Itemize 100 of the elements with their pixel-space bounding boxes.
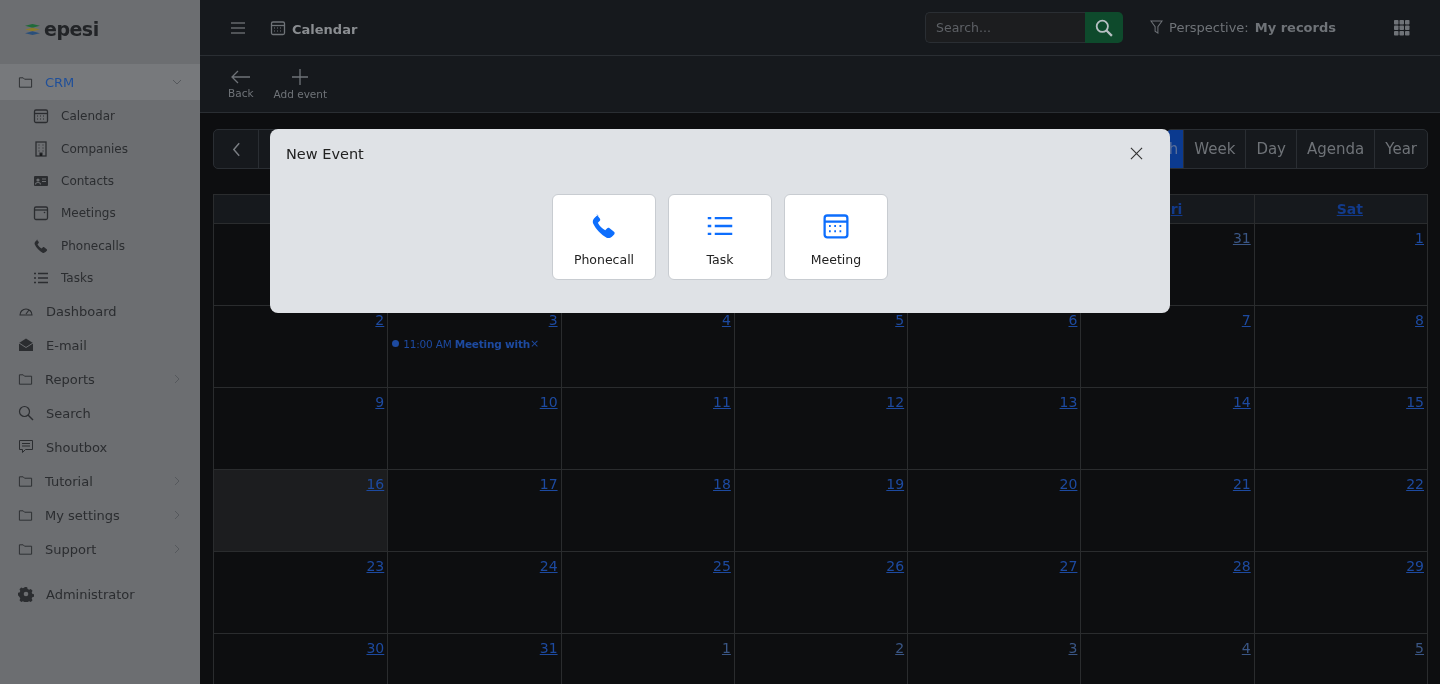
sidebar-item[interactable]: Dashboard: [0, 294, 200, 329]
day-number[interactable]: 1: [1415, 230, 1424, 246]
day-number[interactable]: 10: [539, 394, 558, 410]
day-number[interactable]: 17: [539, 476, 558, 492]
day-number[interactable]: 27: [1059, 558, 1078, 574]
folder-icon: [18, 473, 33, 489]
day-number[interactable]: 3: [548, 312, 558, 328]
day-number[interactable]: 18: [713, 476, 731, 492]
sidebar-subitem[interactable]: Phonecalls: [0, 229, 200, 262]
day-number[interactable]: 11: [713, 394, 731, 410]
day-number[interactable]: 28: [1232, 558, 1251, 574]
view-tab[interactable]: Agenda: [1296, 130, 1375, 168]
logo-text: epesi: [44, 18, 99, 40]
day-number[interactable]: 4: [1241, 640, 1251, 656]
day-number[interactable]: 8: [1415, 312, 1424, 328]
day-number[interactable]: 20: [1059, 476, 1078, 492]
day-number[interactable]: 5: [895, 312, 905, 328]
day-number[interactable]: 24: [539, 558, 558, 574]
folder-icon: [18, 74, 33, 90]
day-number[interactable]: 3: [1068, 640, 1078, 656]
building-icon: [33, 140, 49, 157]
sidebar-subitem[interactable]: Companies: [0, 132, 200, 165]
phone-icon: [33, 237, 49, 254]
folder-icon: [18, 507, 33, 523]
calendar-icon: [33, 205, 49, 222]
view-tab[interactable]: Day: [1245, 130, 1296, 168]
sidebar-item[interactable]: My settings: [0, 498, 200, 533]
envelope-icon: [18, 337, 34, 354]
day-number[interactable]: 31: [1232, 230, 1251, 246]
sidebar-subitem[interactable]: Meetings: [0, 197, 200, 230]
search-button[interactable]: [1085, 12, 1124, 43]
event-dot: [392, 340, 400, 347]
day-number[interactable]: 21: [1232, 476, 1251, 492]
sidebar-item[interactable]: CRM: [0, 64, 200, 100]
sidebar-subitem[interactable]: Tasks: [0, 261, 200, 295]
view-tab[interactable]: Year: [1374, 130, 1427, 168]
day-number[interactable]: 13: [1059, 394, 1078, 410]
sidebar-item[interactable]: E-mail: [0, 328, 200, 363]
sidebar-subitem[interactable]: Contacts: [0, 164, 200, 198]
folder-icon: [18, 541, 33, 557]
sidebar-item[interactable]: Shoutbox: [0, 430, 200, 465]
day-number[interactable]: 19: [886, 476, 905, 492]
sidebar-item[interactable]: Reports: [0, 362, 200, 397]
close-icon: [1130, 147, 1143, 160]
day-number[interactable]: 9: [375, 394, 385, 410]
day-number[interactable]: 2: [375, 312, 385, 328]
event-type-button[interactable]: Meeting: [784, 194, 888, 280]
search-icon: [1095, 18, 1114, 37]
event-remove[interactable]: ×: [530, 337, 540, 350]
perspective-value[interactable]: My records: [1254, 20, 1336, 35]
day-number[interactable]: 26: [886, 558, 905, 574]
close-button[interactable]: [1128, 145, 1145, 162]
calendar-icon: [270, 19, 286, 36]
calendar-icon: [33, 108, 49, 125]
sidebar-item[interactable]: Tutorial: [0, 464, 200, 499]
search-icon: [18, 405, 34, 422]
day-number[interactable]: 14: [1232, 394, 1251, 410]
logo-icon: [24, 22, 41, 36]
perspective-label: Perspective:: [1169, 20, 1249, 35]
dialog-title: New Event: [286, 145, 364, 162]
event-type-button[interactable]: Phonecall: [552, 194, 656, 280]
menu-icon[interactable]: [231, 21, 245, 34]
day-number[interactable]: 2: [895, 640, 905, 656]
weekday-header[interactable]: Sat: [1336, 201, 1363, 217]
sidebar-item[interactable]: Search: [0, 396, 200, 431]
weekday-header[interactable]: ri: [1170, 201, 1183, 217]
sidebar-subitem[interactable]: Calendar: [0, 100, 200, 133]
page-title: Calendar: [292, 21, 358, 37]
chevron-down-icon: [172, 77, 182, 87]
view-tab[interactable]: Week: [1183, 130, 1246, 168]
sidebar-item[interactable]: Administrator: [0, 577, 200, 612]
back-button[interactable]: Back: [222, 69, 260, 99]
arrow-left-icon: [230, 69, 251, 84]
folder-icon: [18, 371, 33, 387]
day-number[interactable]: 4: [721, 312, 731, 328]
chat-icon: [18, 439, 34, 456]
search-field[interactable]: Search...: [925, 12, 1086, 43]
gear-icon: [18, 586, 34, 603]
event-type-button[interactable]: Task: [668, 194, 772, 280]
event-title[interactable]: 11:00 AM Meeting with: [403, 337, 531, 350]
day-number[interactable]: 7: [1241, 312, 1251, 328]
apps-grid-icon[interactable]: [1394, 19, 1410, 36]
day-number[interactable]: 5: [1415, 640, 1424, 656]
day-number[interactable]: 12: [886, 394, 905, 410]
sidebar-item[interactable]: Support: [0, 532, 200, 567]
chevron-left-icon: [231, 141, 241, 157]
filter-icon: [1150, 20, 1164, 35]
add-event-button[interactable]: Add event: [267, 68, 334, 100]
day-number[interactable]: 23: [366, 558, 385, 574]
day-number[interactable]: 16: [366, 476, 385, 492]
day-number[interactable]: 30: [366, 640, 385, 656]
plus-icon: [292, 68, 309, 85]
day-number[interactable]: 29: [1406, 558, 1424, 574]
day-number[interactable]: 1: [721, 640, 731, 656]
day-number[interactable]: 6: [1068, 312, 1078, 328]
day-number[interactable]: 15: [1406, 394, 1424, 410]
calendar-icon: [822, 212, 850, 240]
day-number[interactable]: 25: [713, 558, 731, 574]
day-number[interactable]: 31: [539, 640, 558, 656]
day-number[interactable]: 22: [1406, 476, 1424, 492]
